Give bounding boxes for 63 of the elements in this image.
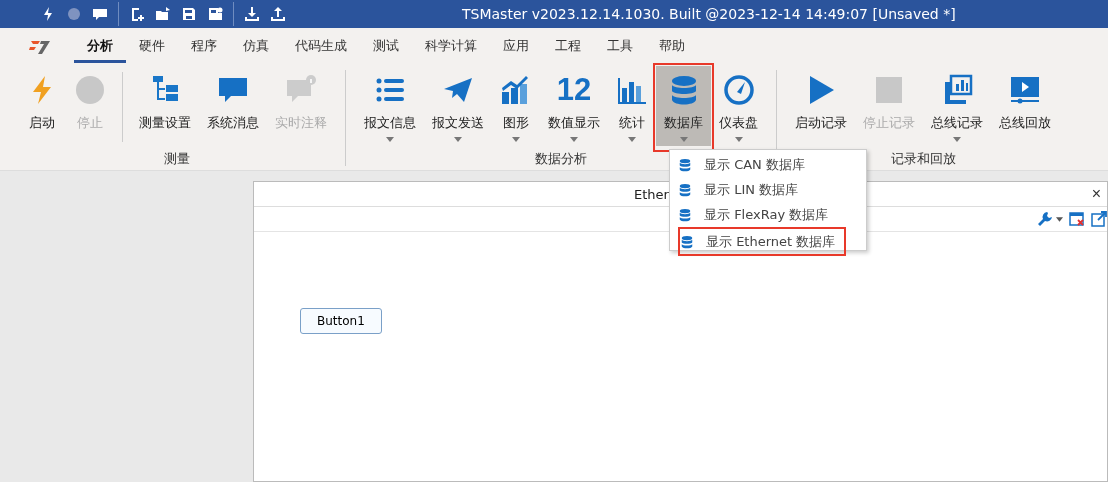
caret-icon bbox=[734, 137, 743, 142]
menu-tab[interactable]: 代码生成 bbox=[282, 31, 360, 63]
ribbon-button[interactable]: 报文发送 bbox=[424, 66, 492, 146]
caret-icon[interactable] bbox=[1056, 216, 1063, 222]
menu-tab[interactable]: 应用 bbox=[490, 31, 542, 63]
ribbon-button[interactable]: 12 数值显示 bbox=[540, 66, 608, 146]
menu-tab[interactable]: 科学计算 bbox=[412, 31, 490, 63]
menu-tab[interactable]: 分析 bbox=[74, 31, 126, 63]
menu-tab[interactable]: 测试 bbox=[360, 31, 412, 63]
menu-item[interactable]: 显示 Ethernet 数据库 bbox=[678, 227, 846, 256]
caret-icon bbox=[679, 137, 688, 142]
menu-tab[interactable]: 帮助 bbox=[646, 31, 698, 63]
ribbon-button[interactable]: 图形 bbox=[492, 66, 540, 146]
wrench-icon[interactable] bbox=[1037, 211, 1053, 227]
ribbon-button[interactable]: 报文信息 bbox=[356, 66, 424, 146]
database-icon bbox=[680, 234, 694, 249]
menu-tab[interactable]: 仿真 bbox=[230, 31, 282, 63]
video-icon bbox=[1009, 74, 1041, 106]
menu-tab[interactable]: 工程 bbox=[542, 31, 594, 63]
folder-icon[interactable] bbox=[155, 6, 171, 22]
close-button[interactable]: × bbox=[1085, 185, 1107, 203]
stop-icon bbox=[873, 74, 905, 106]
ribbon-button[interactable]: 启动记录 bbox=[787, 66, 855, 146]
ribbon-button[interactable]: 测量设置 bbox=[131, 66, 199, 146]
ribbon-button[interactable]: 统计 bbox=[608, 66, 656, 146]
gauge-icon bbox=[722, 74, 755, 106]
caret-icon bbox=[570, 137, 578, 142]
ribbon-button[interactable]: 仪表盘 bbox=[711, 66, 766, 146]
download-icon[interactable] bbox=[244, 6, 260, 22]
menu-tab[interactable]: 工具 bbox=[594, 31, 646, 63]
save-icon[interactable] bbox=[181, 6, 197, 22]
upload-icon[interactable] bbox=[270, 6, 286, 22]
menu-item[interactable]: 显示 LIN 数据库 bbox=[670, 177, 866, 202]
chat-icon[interactable] bbox=[92, 6, 108, 22]
group-label: 测量 bbox=[163, 150, 190, 168]
menu-tab[interactable]: 程序 bbox=[178, 31, 230, 63]
group-label: 数据分析 bbox=[535, 150, 587, 168]
ribbon-button[interactable]: 系统消息 bbox=[199, 66, 267, 146]
ribbon-button[interactable]: 总线记录 bbox=[923, 66, 991, 146]
ribbon-button[interactable]: 启动 bbox=[18, 66, 66, 146]
group-label: 记录和回放 bbox=[890, 150, 956, 168]
popout-icon[interactable] bbox=[1091, 211, 1107, 227]
caret-icon bbox=[628, 137, 636, 142]
panel-title: Ether bbox=[634, 186, 669, 202]
database-icon bbox=[678, 182, 692, 197]
menu-item[interactable]: 显示 FlexRay 数据库 bbox=[670, 202, 866, 227]
caret-icon bbox=[953, 137, 961, 142]
menu-item[interactable]: 显示 CAN 数据库 bbox=[670, 152, 866, 177]
save-as-icon[interactable] bbox=[207, 6, 223, 22]
number-icon: 12 bbox=[556, 74, 592, 106]
button1-button[interactable]: Button1 bbox=[300, 308, 382, 334]
new-file-icon[interactable] bbox=[129, 6, 145, 22]
caret-icon bbox=[454, 137, 462, 142]
ribbon-button[interactable]: 总线回放 bbox=[991, 66, 1059, 146]
menu-tab[interactable]: 硬件 bbox=[126, 31, 178, 63]
caret-icon bbox=[512, 137, 520, 142]
window-title: TSMaster v2023.12.14.1030. Built @2023-12-14 14:49:07 [Unsaved *] bbox=[462, 6, 956, 22]
database-icon bbox=[678, 207, 692, 222]
database-icon bbox=[678, 157, 692, 172]
circle-icon bbox=[74, 74, 106, 106]
close-window-icon[interactable] bbox=[1069, 211, 1085, 227]
caret-icon bbox=[386, 137, 394, 142]
logo-icon bbox=[28, 39, 52, 55]
